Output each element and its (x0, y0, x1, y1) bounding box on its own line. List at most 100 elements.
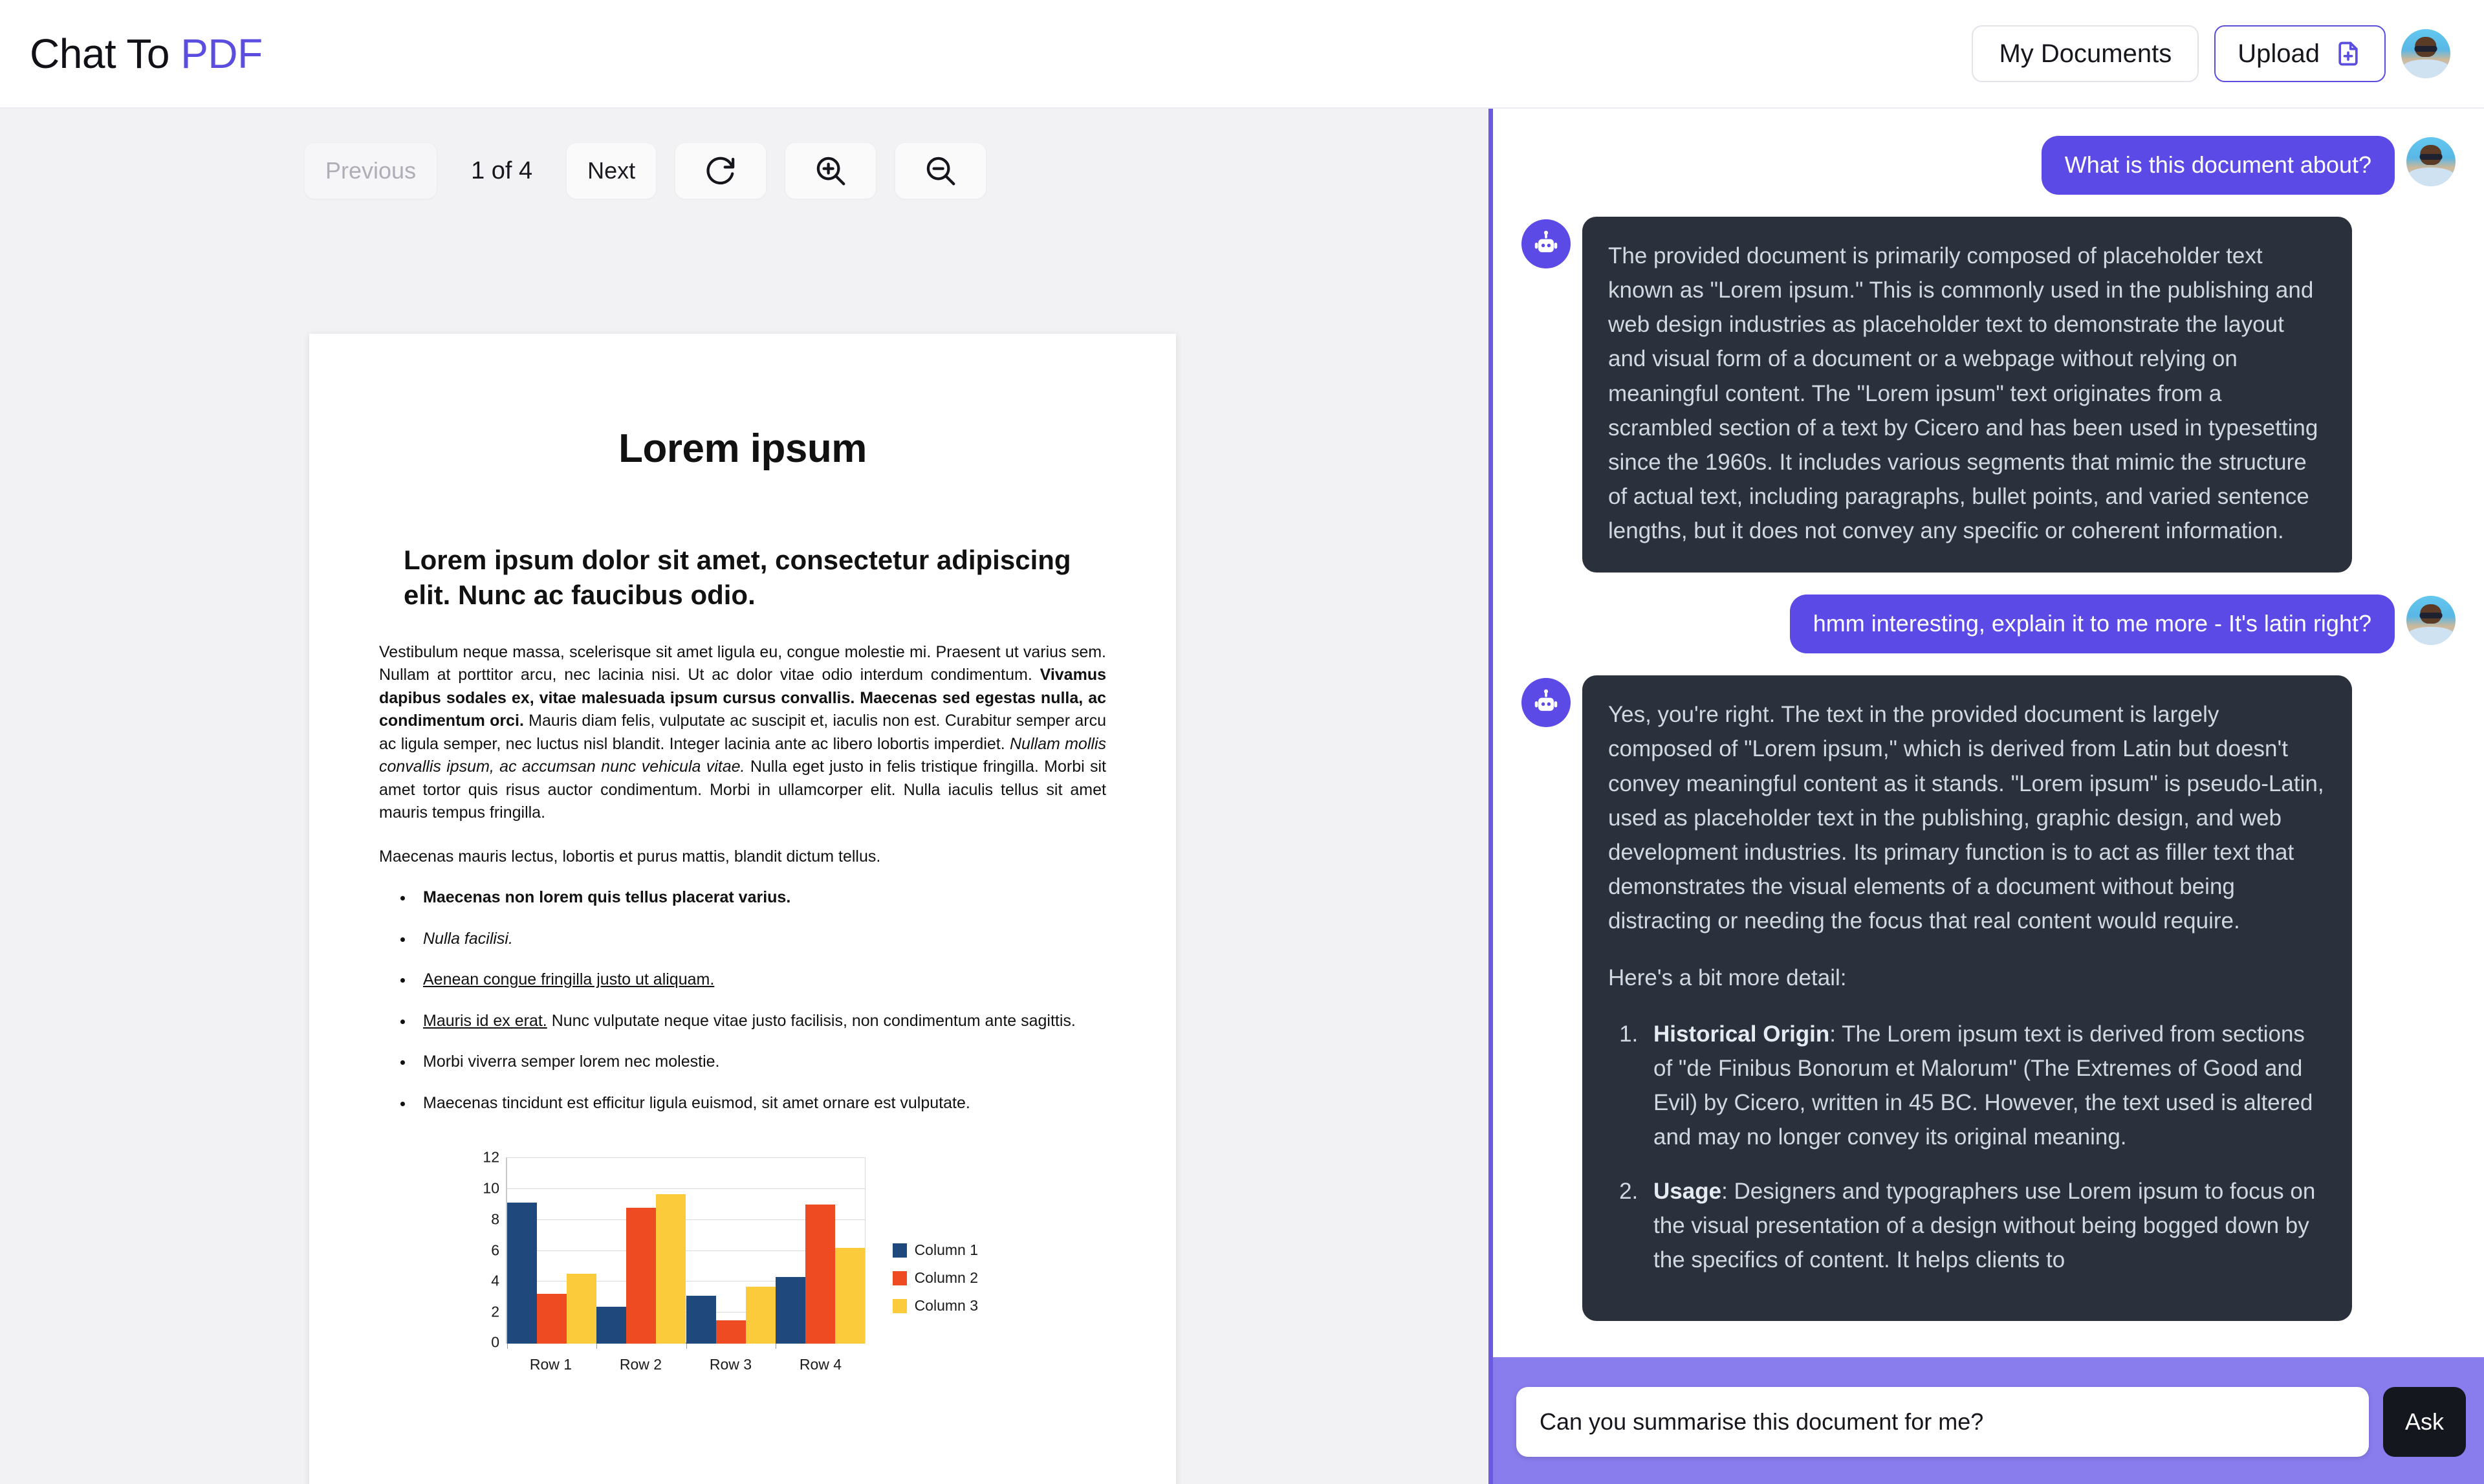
document-paragraph-1: Vestibulum neque massa, scelerisque sit … (379, 641, 1106, 825)
chart-bar (656, 1194, 686, 1344)
list-item-lead: Mauris id ex erat. (423, 1011, 547, 1030)
chart-y-tick-label: 4 (491, 1272, 499, 1289)
pdf-viewer-pane: Previous 1 of 4 Next Lorem ipsum Lorem i… (0, 109, 1488, 1484)
chat-item-lead: Historical Origin (1653, 1021, 1830, 1047)
upload-label: Upload (2238, 39, 2320, 68)
avatar-body (2407, 626, 2455, 646)
chart-bar (626, 1207, 657, 1344)
chart-bar (775, 1277, 805, 1344)
ask-button[interactable]: Ask (2383, 1387, 2466, 1457)
para1-segment-a: Vestibulum neque massa, scelerisque sit … (379, 642, 1106, 684)
chart-legend-item: Column 2 (892, 1269, 978, 1287)
chart-y-tick-label: 2 (491, 1303, 499, 1320)
brand-accent: PDF (180, 30, 263, 77)
zoom-in-icon (813, 153, 848, 188)
chart-legend-swatch (892, 1271, 907, 1285)
list-item: Mauris id ex erat. Nunc vulputate neque … (414, 1010, 1106, 1033)
chat-bubble-assistant: The provided document is primarily compo… (1582, 216, 2352, 573)
chart-bar-groups (507, 1158, 865, 1349)
header-actions: My Documents Upload (1972, 25, 2450, 82)
chart-x-axis-label: Row 1 (529, 1356, 572, 1373)
chart-legend-item: Column 1 (892, 1241, 978, 1259)
document-bullet-list: Maecenas non lorem quis tellus placerat … (414, 886, 1106, 1115)
chat-item-lead: Usage (1653, 1178, 1722, 1204)
list-item: Morbi viverra semper lorem nec molestie. (414, 1051, 1106, 1074)
avatar-glasses (2419, 153, 2443, 160)
chat-numbered-item: Historical Origin: The Lorem ipsum text … (1644, 1017, 2326, 1155)
chart-bar-group (775, 1158, 865, 1349)
chat-bubble-user: hmm interesting, explain it to me more -… (1789, 595, 2395, 654)
chart-x-tick (507, 1344, 508, 1349)
pdf-page-canvas: Lorem ipsum Lorem ipsum dolor sit amet, … (309, 334, 1176, 1484)
chart-x-axis-label: Row 2 (619, 1356, 662, 1373)
chart-y-tick-label: 6 (491, 1241, 499, 1258)
list-item: Maecenas tincidunt est efficitur ligula … (414, 1092, 1106, 1115)
chat-paragraph: The provided document is primarily compo… (1608, 243, 2318, 544)
chart-bar-group (596, 1158, 686, 1349)
chat-input[interactable] (1516, 1387, 2369, 1457)
chart-legend-swatch (892, 1243, 907, 1258)
chart-plot-area: 0 2 4 6 8 10 12 (483, 1149, 866, 1351)
avatar-glasses (2414, 45, 2437, 52)
document-title: Lorem ipsum (618, 426, 867, 471)
chart-x-axis-labels: Row 1 Row 2 Row 3 Row 4 (506, 1356, 866, 1373)
upload-button[interactable]: Upload (2214, 25, 2386, 82)
zoom-out-button[interactable] (895, 142, 987, 199)
chat-message-assistant: Yes, you're right. The text in the provi… (1521, 675, 2456, 1322)
bar-chart: 0 2 4 6 8 10 12 Row 1 Row 2 Row 3 Row 4 Column 1C… (464, 1149, 1021, 1379)
chat-message-list[interactable]: What is this document about? The provided… (1493, 109, 2484, 1484)
chat-item-text: : Designers and typographers use Lorem i… (1653, 1178, 2316, 1272)
zoom-in-button[interactable] (785, 142, 877, 199)
list-item-rest: Nunc vulputate neque vitae justo facilis… (547, 1011, 1076, 1030)
bot-avatar-icon (1521, 678, 1571, 728)
chart-bar (537, 1294, 567, 1344)
previous-page-label: Previous (325, 157, 417, 184)
chat-composer: Ask (1516, 1387, 2466, 1457)
chart-x-axis-label: Row 4 (799, 1356, 842, 1373)
my-documents-label: My Documents (1999, 39, 2172, 68)
chat-numbered-item: Usage: Designers and typographers use Lo… (1644, 1174, 2326, 1278)
chart-x-tick (596, 1344, 598, 1349)
chart-y-tick-label: 10 (483, 1179, 499, 1197)
zoom-out-icon (923, 153, 958, 188)
chart-legend-label: Column 1 (914, 1241, 978, 1258)
list-item: Nulla facilisi. (414, 928, 1106, 951)
chart-bar (686, 1295, 716, 1344)
pane-divider[interactable] (1488, 109, 1493, 1484)
chart-bar (715, 1320, 746, 1344)
user-avatar[interactable] (2401, 29, 2450, 78)
chart-legend-label: Column 2 (914, 1269, 978, 1286)
chart-bar (805, 1204, 835, 1344)
chart-y-tick-label: 8 (491, 1210, 499, 1228)
user-avatar (2406, 596, 2456, 646)
list-item: Maecenas non lorem quis tellus placerat … (414, 886, 1106, 910)
chart-legend-item: Column 3 (892, 1297, 978, 1315)
list-item-underlined: Aenean congue fringilla justo ut aliquam… (423, 970, 715, 988)
chat-bubble-user: What is this document about? (2041, 136, 2395, 195)
next-page-button[interactable]: Next (566, 142, 657, 199)
chart-bar (507, 1203, 538, 1344)
my-documents-button[interactable]: My Documents (1972, 25, 2199, 82)
chart-legend: Column 1 Column 2 Column 3 (892, 1241, 978, 1325)
bot-avatar-icon (1521, 219, 1571, 268)
chat-numbered-list: Historical Origin: The Lorem ipsum text … (1644, 1017, 2326, 1277)
list-item: Aenean congue fringilla justo ut aliquam… (414, 968, 1106, 992)
file-plus-icon (2334, 39, 2362, 68)
chat-bubble-assistant: Yes, you're right. The text in the provi… (1582, 675, 2352, 1322)
chat-message-user: hmm interesting, explain it to me more -… (1521, 595, 2456, 654)
previous-page-button[interactable]: Previous (304, 142, 438, 199)
chat-paragraph: Here's a bit more detail: (1608, 965, 1847, 990)
chart-x-axis-label: Row 3 (709, 1356, 752, 1373)
avatar-glasses (2419, 613, 2443, 619)
chart-x-tick (686, 1344, 687, 1349)
rotate-button[interactable] (675, 142, 767, 199)
chart-legend-swatch (892, 1298, 907, 1313)
chart-bar (567, 1274, 597, 1344)
chart-bar (745, 1286, 776, 1344)
chart-bar-group (507, 1158, 597, 1349)
document-paragraph-2: Maecenas mauris lectus, lobortis et puru… (379, 847, 881, 866)
pdf-toolbar: Previous 1 of 4 Next (0, 109, 1488, 199)
chart-bar-group (686, 1158, 776, 1349)
document-chart: 0 2 4 6 8 10 12 Row 1 Row 2 Row 3 Row 4 Column 1C… (379, 1149, 1106, 1379)
app-header: Chat To PDF My Documents Upload (0, 0, 2484, 109)
